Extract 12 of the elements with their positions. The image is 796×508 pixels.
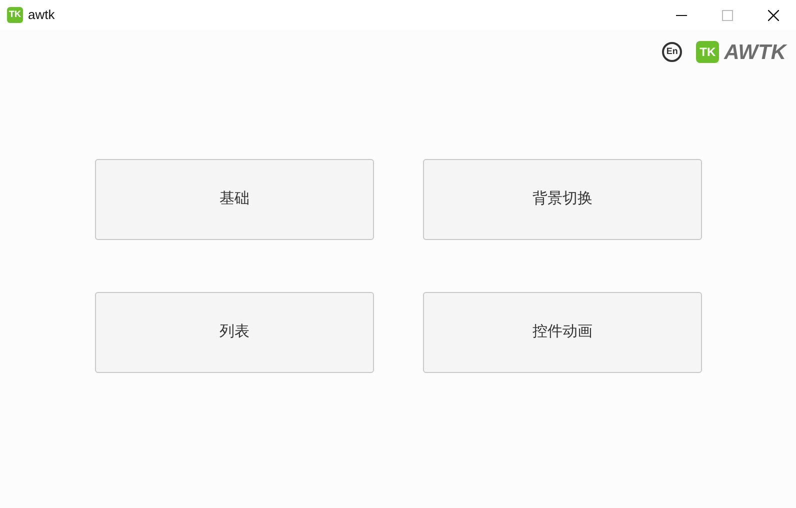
app-icon: TK [7, 7, 23, 23]
minimize-icon [676, 14, 686, 16]
menu-button[interactable]: 列表 [95, 292, 374, 373]
maximize-icon [722, 10, 732, 20]
window-title: awtk [28, 6, 55, 24]
close-icon [768, 10, 778, 20]
language-button[interactable]: En [662, 42, 682, 62]
menu-button[interactable]: 背景切换 [423, 159, 702, 240]
logo-mark: TK [696, 41, 720, 63]
menu-button[interactable]: 控件动画 [423, 292, 702, 373]
menu-button[interactable]: 基础 [95, 159, 374, 240]
logo-text: AWTK [724, 42, 786, 62]
